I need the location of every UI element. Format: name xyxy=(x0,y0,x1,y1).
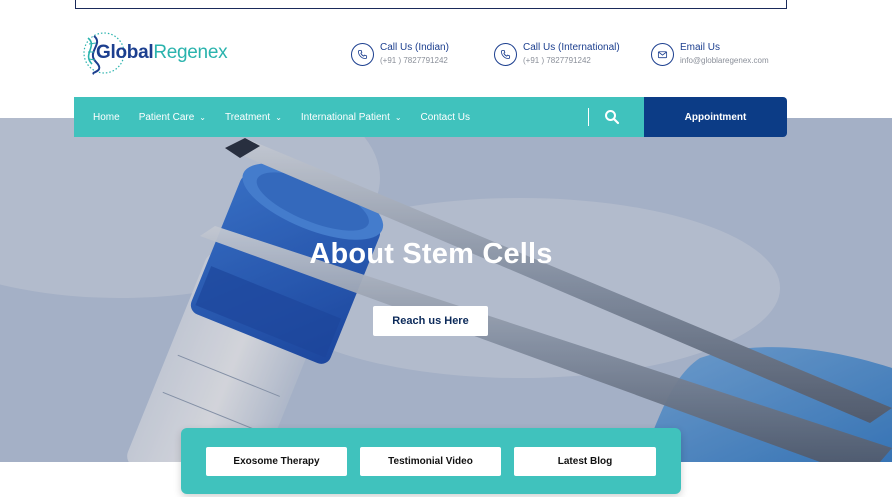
nav-item-patient-care[interactable]: Patient Care ⌄ xyxy=(139,112,206,123)
reach-us-button[interactable]: Reach us Here xyxy=(373,306,488,336)
testimonial-video-button[interactable]: Testimonial Video xyxy=(360,447,501,476)
contact-label: Call Us (Indian) xyxy=(380,42,449,53)
brand-logo[interactable]: GlobalRegenex xyxy=(80,28,228,78)
nav-item-label: Contact Us xyxy=(420,111,471,123)
search-icon[interactable] xyxy=(604,109,620,125)
hero-banner: About Stem Cells Reach us Here xyxy=(0,118,892,462)
quick-links-panel: Exosome Therapy Testimonial Video Latest… xyxy=(181,428,681,494)
nav-item-home[interactable]: Home xyxy=(93,112,120,123)
top-strip xyxy=(0,0,892,10)
nav-item-label: Treatment xyxy=(224,111,271,123)
main-nav: Home Patient Care ⌄ Treatment ⌄ Internat… xyxy=(74,97,645,137)
hero-title: About Stem Cells xyxy=(309,238,553,270)
nav-item-label: International Patient xyxy=(300,111,390,123)
brand-name-part2: Regenex xyxy=(153,42,228,63)
appointment-button[interactable]: Appointment xyxy=(644,97,787,137)
phone-icon xyxy=(494,43,517,66)
nav-item-international-patient[interactable]: International Patient ⌄ xyxy=(301,112,402,123)
nav-item-contact-us[interactable]: Contact Us xyxy=(421,112,470,123)
chevron-down-icon: ⌄ xyxy=(394,112,402,122)
contact-international[interactable]: Call Us (International) (+91 ) 782779124… xyxy=(494,42,620,68)
latest-blog-button[interactable]: Latest Blog xyxy=(514,447,656,476)
exosome-therapy-button[interactable]: Exosome Therapy xyxy=(206,447,347,476)
contact-value: (+91 ) 7827791242 xyxy=(380,56,448,65)
contact-value: info@globlaregenex.com xyxy=(680,56,769,65)
top-border-line xyxy=(75,0,787,9)
nav-item-label: Home xyxy=(93,111,120,123)
mail-icon xyxy=(651,43,674,66)
contact-label: Email Us xyxy=(680,42,721,53)
nav-item-label: Patient Care xyxy=(138,111,195,123)
brand-name: GlobalRegenex xyxy=(96,42,228,64)
phone-icon xyxy=(351,43,374,66)
brand-name-part1: Global xyxy=(96,42,154,63)
contact-email[interactable]: Email Us info@globlaregenex.com xyxy=(651,42,769,68)
contact-label: Call Us (International) xyxy=(523,42,620,53)
nav-divider xyxy=(588,108,589,126)
contact-indian[interactable]: Call Us (Indian) (+91 ) 7827791242 xyxy=(351,42,449,68)
chevron-down-icon: ⌄ xyxy=(275,112,282,122)
nav-item-treatment[interactable]: Treatment ⌄ xyxy=(225,112,282,123)
hero-overlay xyxy=(0,118,892,462)
chevron-down-icon: ⌄ xyxy=(199,112,206,122)
contact-value: (+91 ) 7827791242 xyxy=(523,56,591,65)
